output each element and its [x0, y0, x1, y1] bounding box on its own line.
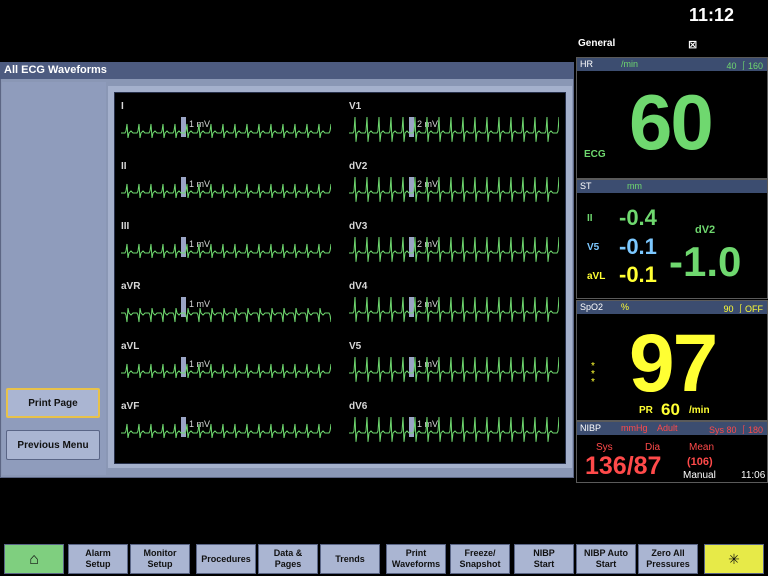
footer-button-zero-all-pressures[interactable]: Zero All Pressures	[638, 544, 698, 574]
footer-button-nibp-auto-start[interactable]: NIBP Auto Start	[576, 544, 636, 574]
spo2-tile[interactable]: SpO2 % 90 ⎰OFF * * * 97 PR 60 /min	[576, 300, 768, 421]
st-unit: mm	[627, 181, 642, 191]
ecg-trace-iii	[121, 243, 331, 259]
footer-button-freeze-snapshot[interactable]: Freeze/Snapshot	[450, 544, 510, 574]
spo2-unit: %	[621, 302, 630, 312]
nibp-header: NIBP mmHg Adult Sys 80 ⎰180	[577, 422, 767, 435]
nibp-label: NIBP	[580, 423, 602, 433]
footer-button-nibp-start[interactable]: NIBP Start	[514, 544, 574, 574]
footer-button-procedures[interactable]: Procedures	[196, 544, 256, 574]
st-header: ST mm	[577, 180, 767, 193]
footer-button-data-pages[interactable]: Data & Pages	[258, 544, 318, 574]
signal-quality-icon: * * *	[591, 361, 595, 388]
st-label: ST	[580, 181, 592, 191]
nibp-mean: (106)	[687, 456, 713, 468]
footer-button-monitor-setup[interactable]: Monitor Setup	[130, 544, 190, 574]
pr-label: PR	[639, 405, 653, 416]
clock: 11:12	[688, 5, 734, 25]
st-tile[interactable]: ST mm II -0.4 V5 -0.1 aVL -0.1 dV2 -1.0	[576, 179, 768, 299]
st-value-3: -0.1	[619, 262, 657, 287]
print-page-button[interactable]: Print Page	[6, 388, 100, 418]
nibp-limits: Sys 80 ⎰180	[708, 425, 763, 435]
footer-button-trends[interactable]: Trends	[320, 544, 380, 574]
st-lead-3: aVL	[587, 271, 606, 282]
ecg-trace-ii	[121, 183, 331, 199]
spo2-value: 97	[629, 318, 718, 409]
panel-title: All ECG Waveforms	[0, 62, 574, 79]
alarm-silence-button[interactable]: ✳	[704, 544, 764, 574]
nibp-value: 136/87	[585, 452, 662, 480]
spo2-header: SpO2 % 90 ⎰OFF	[577, 301, 767, 314]
ecg-trace-avl	[121, 363, 331, 379]
ecg-trace-dv3	[349, 236, 559, 262]
nibp-mean-label: Mean	[689, 442, 715, 453]
pr-unit: /min	[689, 405, 710, 416]
hr-value: 60	[629, 78, 714, 166]
home-button[interactable]: ⌂	[4, 544, 64, 574]
hr-tile[interactable]: HR /min 40 ⎰160 ECG 60	[576, 57, 768, 179]
st-value-2: -0.1	[619, 234, 657, 259]
footer-button-alarm-setup[interactable]: Alarm Setup	[68, 544, 128, 574]
st-value-1: -0.4	[619, 205, 657, 230]
footer-button-print-waveforms[interactable]: Print Waveforms	[386, 544, 446, 574]
st-lead-1: II	[587, 213, 593, 224]
hr-header: HR /min 40 ⎰160	[577, 58, 767, 71]
previous-menu-button[interactable]: Previous Menu	[6, 430, 100, 460]
waveform-area: I1 mV II 1 mV III 1 mV aVR 1 mV aVL 1 mV aVF 1 mV V…	[114, 92, 566, 464]
nibp-tile[interactable]: NIBP mmHg Adult Sys 80 ⎰180 Sys Dia Mean…	[576, 421, 768, 483]
hr-source: ECG	[584, 149, 606, 160]
ecg-trace-dv6	[349, 416, 559, 442]
nibp-time: 11:06	[741, 470, 766, 481]
audio-paused-icon: ⊠	[688, 39, 698, 51]
hr-unit: /min	[621, 59, 639, 69]
st-big-lead: dV2	[695, 224, 716, 236]
ecg-trace-v1	[349, 116, 559, 142]
hr-limits: 40 ⎰160	[726, 61, 763, 71]
st-big-value: -1.0	[669, 238, 742, 285]
st-lead-2: V5	[587, 242, 600, 253]
ecg-trace-avf	[121, 423, 331, 439]
spo2-label: SpO2	[580, 302, 604, 312]
ecg-trace-v5	[349, 356, 559, 382]
ecg-trace-dv2	[349, 176, 559, 202]
pr-value: 60	[661, 400, 680, 419]
ecg-trace-i	[121, 123, 331, 139]
spo2-limits: 90 ⎰OFF	[723, 304, 763, 314]
hr-label: HR	[580, 59, 593, 69]
ecg-trace-dv4	[349, 296, 559, 322]
nibp-manual: Manual	[683, 470, 716, 481]
general-label: General ⊠	[578, 38, 768, 56]
general-text: General	[578, 38, 616, 49]
ecg-trace-avr	[121, 307, 331, 323]
nibp-unit: mmHg	[621, 423, 648, 433]
nibp-mode: Adult	[657, 423, 678, 433]
